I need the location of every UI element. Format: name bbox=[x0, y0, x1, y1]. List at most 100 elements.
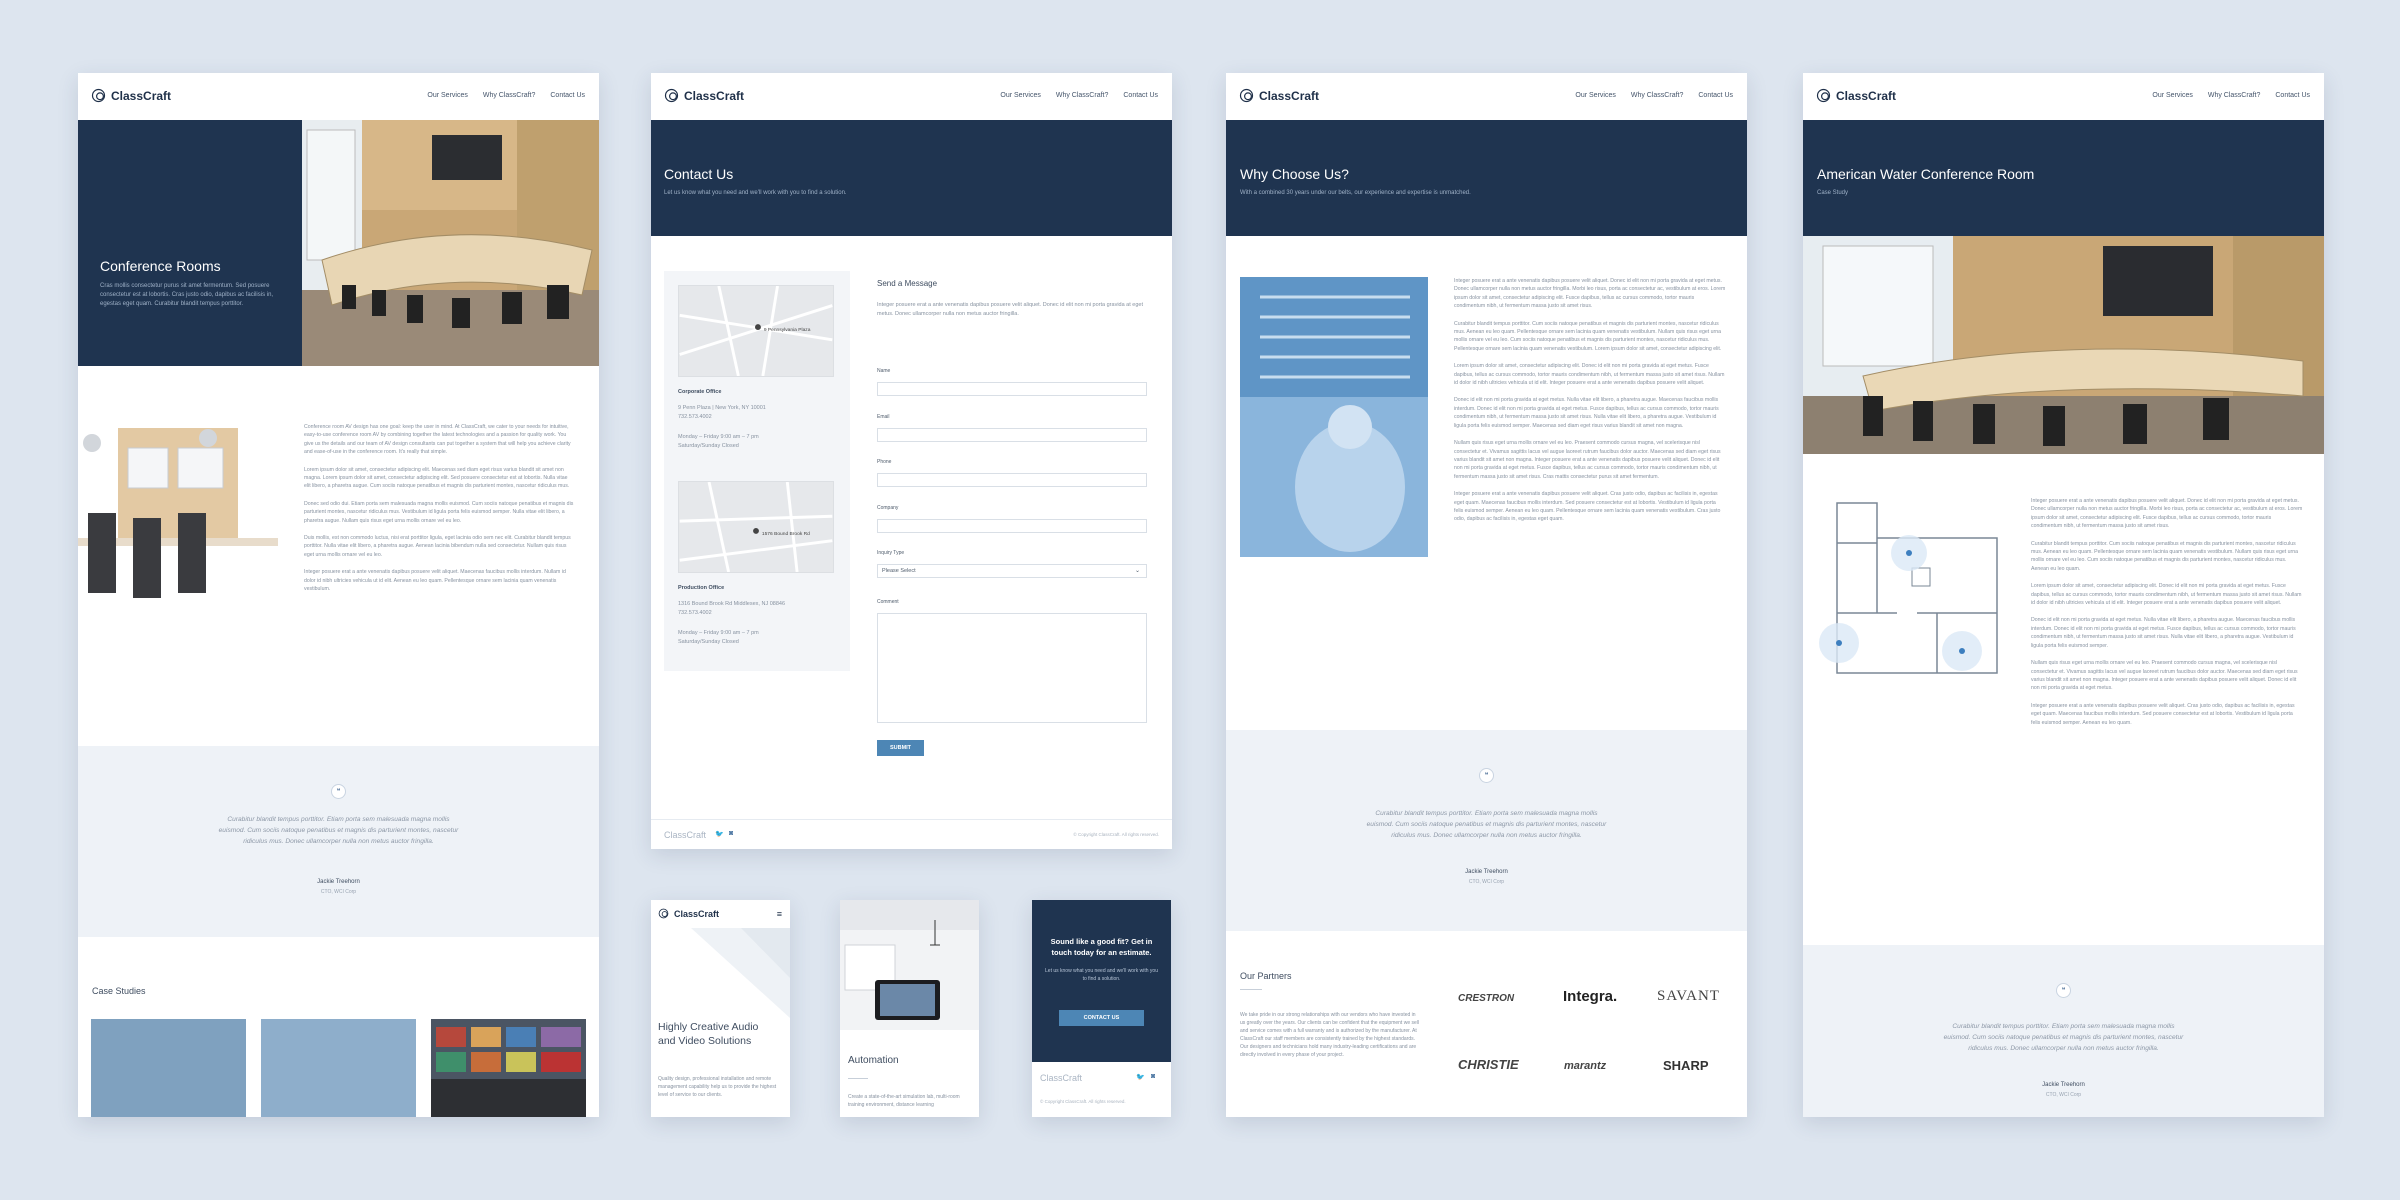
testimonial-author: Jackie Treehorn bbox=[2042, 1082, 2085, 1088]
comment-textarea[interactable] bbox=[877, 613, 1147, 723]
site-header: ClassCraft Our Services Why ClassCraft? … bbox=[651, 73, 1172, 120]
phone-input[interactable] bbox=[877, 473, 1147, 487]
testimonial-section: ❝ Curabitur blandit tempus porttitor. Et… bbox=[1226, 730, 1747, 931]
office-phone: 732.573.4002 bbox=[678, 610, 712, 616]
instagram-icon[interactable]: ◙ bbox=[1151, 1073, 1155, 1080]
twitter-icon[interactable]: 🐦 bbox=[1136, 1073, 1145, 1081]
name-label: Name bbox=[877, 368, 891, 374]
office-address: 1316 Bound Brook Rd Middlesex, NJ 08846 bbox=[678, 601, 786, 607]
classcraft-logo-icon bbox=[664, 88, 679, 103]
email-label: Email bbox=[877, 414, 890, 420]
nav-contact-us[interactable]: Contact Us bbox=[1123, 92, 1158, 99]
nav-our-services[interactable]: Our Services bbox=[1000, 92, 1040, 99]
office-hours: Monday – Friday 9:00 am – 7 pm bbox=[678, 630, 759, 636]
technician-photo bbox=[1240, 277, 1428, 557]
why-paragraph: Lorem ipsum dolor sit amet, consectetur … bbox=[1454, 363, 1725, 387]
footer-logo[interactable]: ClassCraft bbox=[664, 830, 706, 840]
mobile-hero-text: Quality design, professional installatio… bbox=[658, 1076, 777, 1098]
intro-paragraph: Donec sed odio dui. Etiam porta sem male… bbox=[304, 500, 574, 524]
cta-heading: Sound like a good fit? Get in touch toda… bbox=[1050, 937, 1153, 957]
office-hours: Monday – Friday 9:00 am – 7 pm bbox=[678, 434, 759, 440]
instagram-icon[interactable]: ◙ bbox=[729, 830, 733, 837]
case-study-paragraph: Curabitur blandit tempus porttitor. Cum … bbox=[2031, 540, 2299, 572]
inquiry-select[interactable]: Please Select ⌄ bbox=[877, 564, 1147, 578]
case-study-card[interactable] bbox=[261, 1019, 416, 1117]
cta-subtext: Let us know what you need and we'll work… bbox=[1045, 968, 1158, 982]
case-study-paragraph: Donec id elit non mi porta gravida at eg… bbox=[2031, 617, 2296, 649]
logo[interactable]: ClassCraft bbox=[1239, 88, 1319, 103]
company-input[interactable] bbox=[877, 519, 1147, 533]
nav-why-classcraft[interactable]: Why ClassCraft? bbox=[1056, 92, 1109, 99]
production-office-map[interactable]: 1576 Bound Brook Rd bbox=[678, 481, 834, 573]
case-studies-title: Case Studies bbox=[92, 986, 146, 996]
nav-why-classcraft[interactable]: Why ClassCraft? bbox=[2208, 92, 2261, 99]
partner-logo-crestron: CRESTRON bbox=[1458, 993, 1515, 1004]
submit-button[interactable]: SUBMIT bbox=[877, 740, 924, 756]
classcraft-logo-icon bbox=[658, 908, 669, 919]
partner-logo-savant: SAVANT bbox=[1657, 988, 1720, 1004]
quote-icon: ❝ bbox=[331, 784, 346, 799]
why-paragraph: Integer posuere erat a ante venenatis da… bbox=[1454, 491, 1721, 523]
case-study-paragraph: Nullam quis risus eget urna mollis ornar… bbox=[2031, 660, 2298, 692]
office-title: Corporate Office bbox=[678, 389, 722, 395]
conference-room-photo bbox=[302, 120, 599, 366]
comment-label: Comment bbox=[877, 599, 899, 605]
corporate-office-map[interactable]: 9 Pennsylvania Plaza bbox=[678, 285, 834, 377]
mobile-hero-title: Highly Creative Audio and Video Solution… bbox=[658, 1021, 759, 1047]
map-label: 1576 Bound Brook Rd bbox=[762, 531, 810, 537]
chevron-down-icon: ⌄ bbox=[1134, 568, 1140, 574]
email-input[interactable] bbox=[877, 428, 1147, 442]
office-weekend: Saturday/Sunday Closed bbox=[678, 443, 739, 449]
intro-paragraph: Lorem ipsum dolor sit amet, consectetur … bbox=[304, 466, 570, 490]
quote-icon: ❝ bbox=[2056, 983, 2071, 998]
inquiry-select-value: Please Select bbox=[882, 568, 916, 574]
nav-contact-us[interactable]: Contact Us bbox=[550, 92, 585, 99]
why-paragraph: Nullam quis risus eget urna mollis ornar… bbox=[1454, 440, 1721, 480]
nav-contact-us[interactable]: Contact Us bbox=[1698, 92, 1733, 99]
page-conference-rooms: ClassCraft Our Services Why ClassCraft? … bbox=[78, 73, 599, 1117]
hero-title: Conference Rooms bbox=[100, 258, 221, 274]
why-paragraph: Donec id elit non mi porta gravida at eg… bbox=[1454, 397, 1719, 429]
testimonial-quote: Curabitur blandit tempus porttitor. Etia… bbox=[1366, 810, 1607, 839]
mobile-automation-text: Create a state-of-the-art simulation lab… bbox=[848, 1094, 960, 1108]
nav-our-services[interactable]: Our Services bbox=[427, 92, 467, 99]
page-case-study: ClassCraft Our Services Why ClassCraft? … bbox=[1803, 73, 2324, 1117]
nav-our-services[interactable]: Our Services bbox=[2152, 92, 2192, 99]
main-nav: Our Services Why ClassCraft? Contact Us bbox=[1575, 92, 1733, 99]
hero-subtitle: Cras mollis consectetur purus sit amet f… bbox=[100, 283, 274, 307]
case-study-text: Integer posuere erat a ante venenatis da… bbox=[2031, 497, 2303, 736]
office-address: 9 Penn Plaza | New York, NY 10001 bbox=[678, 405, 766, 411]
conference-room-photo bbox=[1803, 236, 2324, 454]
twitter-icon[interactable]: 🐦 bbox=[715, 830, 724, 838]
copyright: © Copyright ClassCraft. All rights reser… bbox=[1040, 1099, 1126, 1104]
logo[interactable]: ClassCraft bbox=[664, 88, 744, 103]
logo[interactable]: ClassCraft bbox=[658, 908, 719, 919]
case-study-paragraph: Lorem ipsum dolor sit amet, consectetur … bbox=[2031, 583, 2302, 607]
mobile-divider bbox=[848, 1078, 868, 1079]
mobile-home: ClassCraft ≡ Highly Creative Audio and V… bbox=[651, 900, 790, 1117]
testimonial-role: CTO, WCI Corp bbox=[320, 889, 357, 895]
testimonial-section: ❝ Curabitur blandit tempus porttitor. Et… bbox=[78, 746, 599, 937]
case-study-card[interactable] bbox=[91, 1019, 246, 1117]
office-weekend: Saturday/Sunday Closed bbox=[678, 639, 739, 645]
form-title: Send a Message bbox=[877, 279, 938, 288]
nav-why-classcraft[interactable]: Why ClassCraft? bbox=[483, 92, 536, 99]
hamburger-menu-icon[interactable]: ≡ bbox=[777, 909, 782, 919]
map-label: 9 Pennsylvania Plaza bbox=[764, 327, 811, 333]
logo[interactable]: ClassCraft bbox=[1816, 88, 1896, 103]
nav-why-classcraft[interactable]: Why ClassCraft? bbox=[1631, 92, 1684, 99]
mobile-automation-title: Automation bbox=[848, 1055, 899, 1066]
office-phone: 732.573.4002 bbox=[678, 414, 712, 420]
logo[interactable]: ClassCraft bbox=[91, 88, 171, 103]
page-why-choose-us: ClassCraft Our Services Why ClassCraft? … bbox=[1226, 73, 1747, 1117]
case-study-card[interactable] bbox=[431, 1019, 586, 1117]
testimonial-author: Jackie Treehorn bbox=[1465, 869, 1508, 875]
contact-us-button[interactable]: CONTACT US bbox=[1059, 1010, 1144, 1026]
name-input[interactable] bbox=[877, 382, 1147, 396]
nav-our-services[interactable]: Our Services bbox=[1575, 92, 1615, 99]
partner-logo-sharp: SHARP bbox=[1663, 1058, 1709, 1073]
testimonial-role: CTO, WCI Corp bbox=[1468, 879, 1505, 885]
footer-logo[interactable]: ClassCraft bbox=[1040, 1073, 1082, 1083]
nav-contact-us[interactable]: Contact Us bbox=[2275, 92, 2310, 99]
hero-subtitle: With a combined 30 years under our belts… bbox=[1240, 190, 1471, 196]
